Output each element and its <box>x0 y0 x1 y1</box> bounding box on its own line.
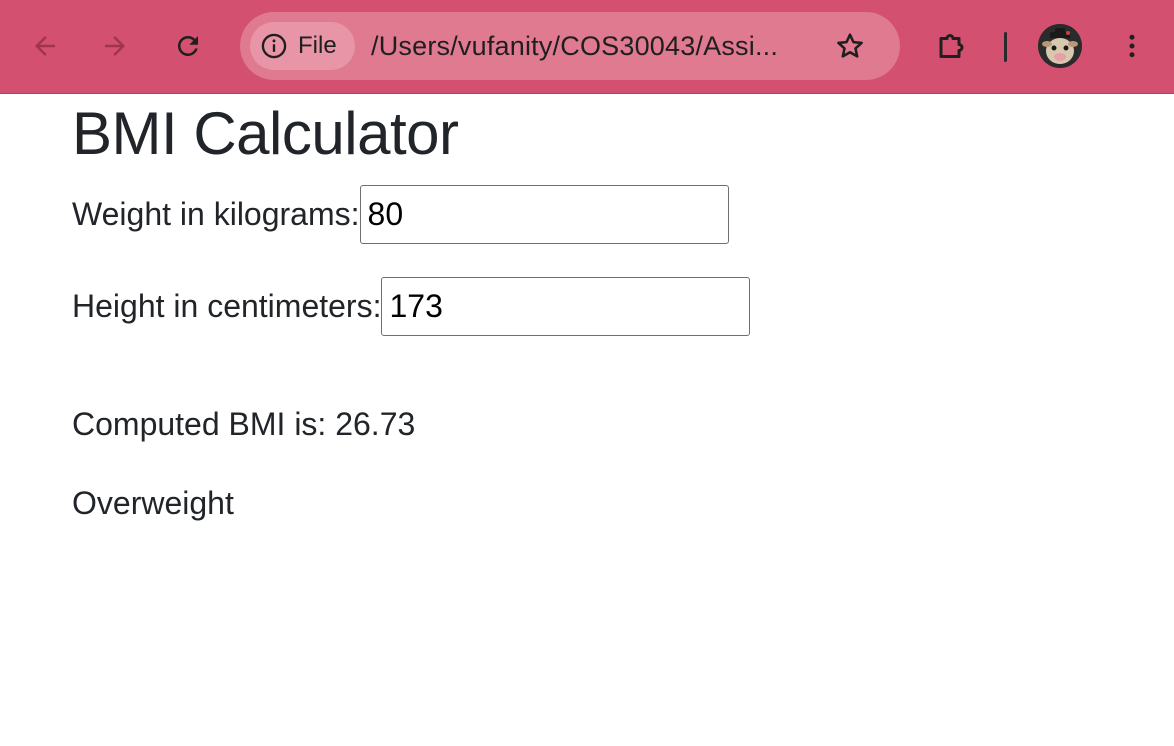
site-info-label: File <box>298 32 337 59</box>
weight-row: Weight in kilograms: <box>72 184 729 244</box>
page-title: BMI Calculator <box>72 100 459 167</box>
bookmark-button[interactable] <box>828 24 872 68</box>
info-icon <box>261 33 287 59</box>
extensions-button[interactable] <box>931 24 975 68</box>
url-text[interactable]: /Users/vufanity/COS30043/Assi... <box>371 29 815 63</box>
arrow-left-icon <box>35 36 55 56</box>
profile-avatar[interactable] <box>1038 24 1082 68</box>
site-info-chip[interactable]: File <box>250 22 355 70</box>
star-icon <box>837 33 863 58</box>
forward-button[interactable] <box>93 24 137 68</box>
puzzle-icon <box>939 34 964 58</box>
arrow-right-icon <box>105 36 125 56</box>
bmi-result: Computed BMI is: 26.73 <box>72 406 416 442</box>
toolbar-divider <box>1004 32 1007 62</box>
more-vert-icon <box>1129 34 1135 58</box>
reload-button[interactable] <box>166 24 210 68</box>
weight-input[interactable] <box>359 184 729 244</box>
height-label: Height in centimeters: <box>72 287 382 324</box>
weight-label: Weight in kilograms: <box>72 195 360 232</box>
address-bar[interactable]: File /Users/vufanity/COS30043/Assi... <box>240 12 900 80</box>
back-button[interactable] <box>23 24 67 68</box>
height-row: Height in centimeters: <box>72 276 751 336</box>
reload-icon <box>177 35 198 56</box>
browser-toolbar: File /Users/vufanity/COS30043/Assi... <box>0 0 1174 94</box>
profile-avatar-icon <box>1038 24 1082 68</box>
bmi-category: Overweight <box>72 485 234 521</box>
menu-button[interactable] <box>1110 24 1154 68</box>
height-input[interactable] <box>381 276 751 336</box>
